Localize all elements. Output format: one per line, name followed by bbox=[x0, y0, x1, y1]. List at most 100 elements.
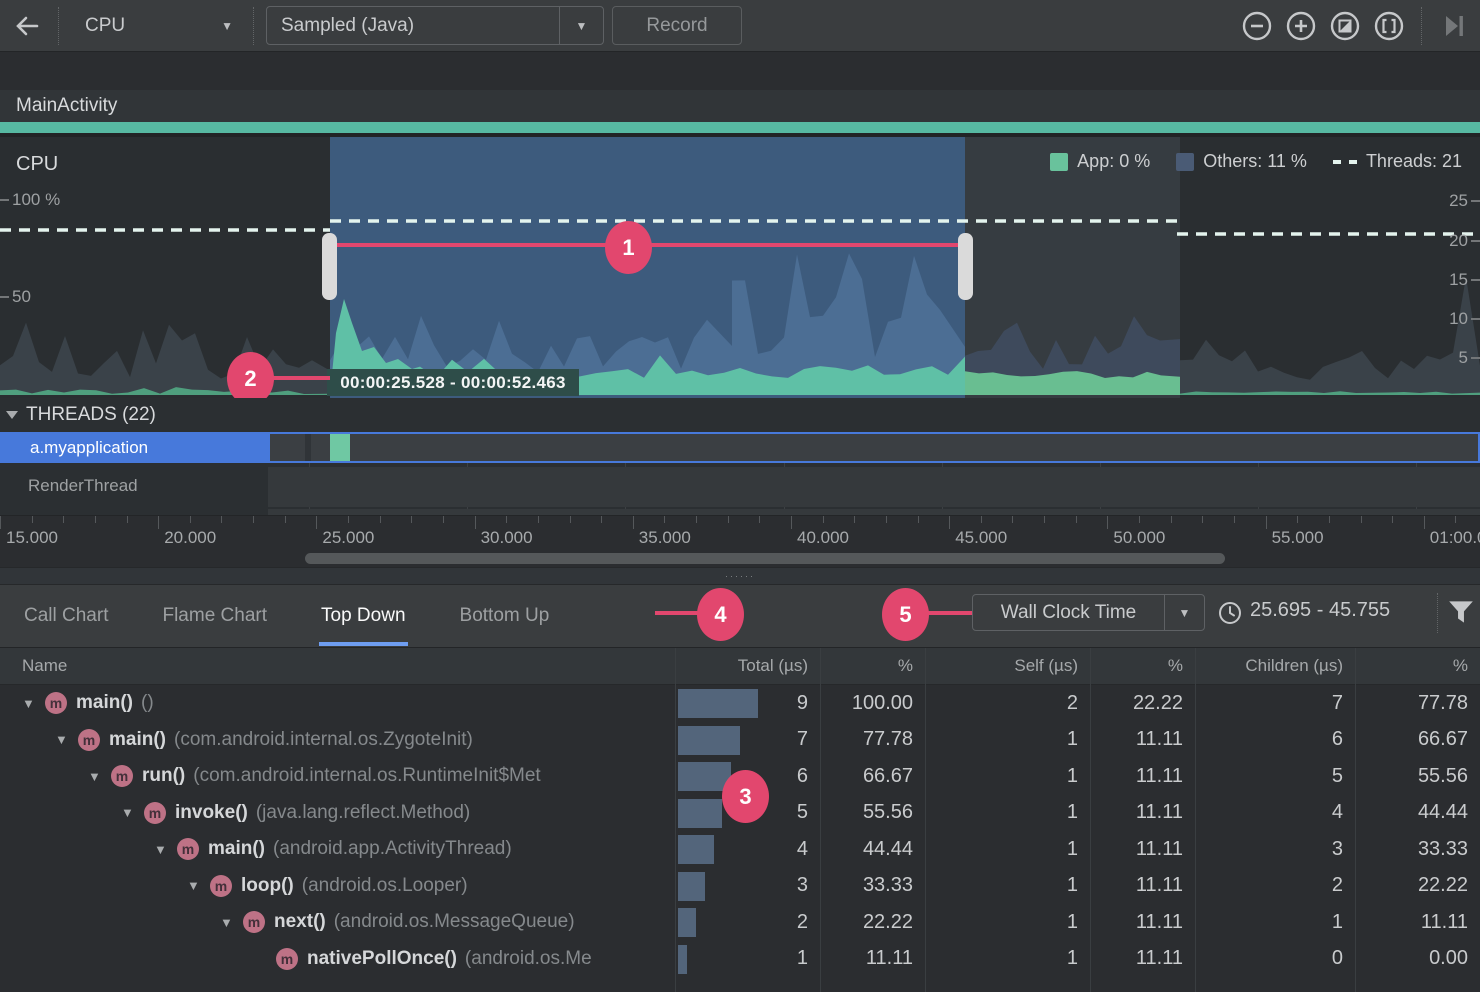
column-header[interactable]: Total (µs) bbox=[675, 656, 820, 676]
threads-header[interactable]: THREADS (22) bbox=[0, 398, 156, 432]
method-badge-icon: m bbox=[243, 911, 265, 933]
method-name: main() bbox=[109, 729, 166, 751]
time-axis-label: 35.000 bbox=[639, 528, 691, 548]
zoom-in-icon[interactable] bbox=[1285, 10, 1317, 42]
table-row[interactable]: m nativePollOnce() (android.os.Me 1 11.1… bbox=[0, 941, 1480, 978]
method-name: main() bbox=[76, 692, 133, 714]
session-item[interactable]: MainActivity bbox=[0, 90, 1480, 122]
y-axis-label: 20 bbox=[1449, 231, 1468, 251]
tab-top-down[interactable]: Top Down bbox=[319, 587, 408, 646]
clock-icon bbox=[1218, 601, 1242, 625]
table-row[interactable]: ▼ m main() (com.android.internal.os.Zygo… bbox=[0, 722, 1480, 759]
cpu-usage-chart[interactable]: CPU 100 %50 252015105 App: 0 %Others: 11… bbox=[0, 137, 1480, 398]
tab-bottom-up[interactable]: Bottom Up bbox=[458, 587, 552, 646]
self-pct: 11.11 bbox=[1090, 911, 1195, 934]
session-type-select[interactable]: CPU ▼ bbox=[63, 6, 249, 46]
total-pct: 44.44 bbox=[820, 838, 925, 861]
self-pct: 11.11 bbox=[1090, 838, 1195, 861]
children-value: 5 bbox=[1195, 765, 1355, 788]
toolbar-separator bbox=[1421, 7, 1422, 45]
back-button[interactable] bbox=[0, 11, 54, 41]
self-pct: 11.11 bbox=[1090, 947, 1195, 970]
callout-4-line bbox=[655, 611, 699, 615]
time-axis-label: 20.000 bbox=[164, 528, 216, 548]
table-header: NameTotal (µs)%Self (µs)%Children (µs)% bbox=[0, 648, 1480, 685]
children-value: 7 bbox=[1195, 692, 1355, 715]
column-header[interactable]: Name bbox=[0, 656, 675, 676]
tab-flame-chart[interactable]: Flame Chart bbox=[160, 587, 269, 646]
session-accent-bar bbox=[0, 122, 1480, 133]
profiler-toolbar: CPU ▼ Sampled (Java) ▼ Record bbox=[0, 0, 1480, 52]
total-pct: 100.00 bbox=[820, 692, 925, 715]
total-value: 1 bbox=[675, 947, 820, 970]
table-row[interactable]: ▼ m main() () 9 100.00 2 22.22 7 77.78 bbox=[0, 685, 1480, 722]
legend-label: App: 0 % bbox=[1077, 151, 1150, 172]
children-value: 1 bbox=[1195, 911, 1355, 934]
analysis-toolbar: Call ChartFlame ChartTop DownBottom Up 4… bbox=[0, 585, 1480, 648]
clock-mode-select[interactable]: Wall Clock Time ▼ bbox=[972, 594, 1205, 631]
column-header[interactable]: % bbox=[1355, 656, 1480, 676]
children-value: 2 bbox=[1195, 874, 1355, 897]
children-value: 4 bbox=[1195, 801, 1355, 824]
table-row[interactable]: ▼ m main() (android.app.ActivityThread) … bbox=[0, 831, 1480, 868]
column-header[interactable]: Self (µs) bbox=[925, 656, 1090, 676]
zoom-out-icon[interactable] bbox=[1241, 10, 1273, 42]
method-name: main() bbox=[208, 838, 265, 860]
time-axis-label: 45.000 bbox=[955, 528, 1007, 548]
selection-handle-left[interactable] bbox=[322, 233, 337, 300]
scrollbar-thumb[interactable] bbox=[305, 553, 1225, 564]
record-button[interactable]: Record bbox=[612, 6, 742, 45]
self-value: 2 bbox=[925, 692, 1090, 715]
expand-icon[interactable]: ▼ bbox=[88, 769, 102, 784]
time-axis-label: 40.000 bbox=[797, 528, 849, 548]
y-axis-label: 50 bbox=[12, 287, 31, 307]
filter-icon[interactable] bbox=[1448, 600, 1474, 624]
expand-icon[interactable]: ▼ bbox=[22, 696, 36, 711]
toolbar-separator bbox=[253, 7, 254, 45]
recording-config-select[interactable]: Sampled (Java) ▼ bbox=[266, 6, 604, 45]
collapse-triangle-icon bbox=[6, 410, 18, 420]
clock-mode-label: Wall Clock Time bbox=[973, 602, 1164, 624]
splitter-grip-icon: ······ bbox=[725, 573, 755, 579]
selection-handle-right[interactable] bbox=[958, 233, 973, 300]
expand-icon[interactable]: ▼ bbox=[187, 878, 201, 893]
method-package: (android.os.MessageQueue) bbox=[334, 911, 575, 933]
method-name: invoke() bbox=[175, 802, 248, 824]
column-header[interactable]: Children (µs) bbox=[1195, 656, 1355, 676]
method-name: loop() bbox=[241, 875, 294, 897]
total-pct: 33.33 bbox=[820, 874, 925, 897]
thread-row-selected[interactable]: a.myapplication bbox=[0, 432, 1480, 463]
legend-dash-icon bbox=[1333, 160, 1357, 164]
panel-splitter[interactable]: ······ bbox=[0, 567, 1480, 585]
attach-live-icon[interactable] bbox=[1438, 10, 1470, 42]
thread-row[interactable]: RenderThread bbox=[0, 467, 1480, 507]
recording-config-label: Sampled (Java) bbox=[267, 15, 559, 37]
expand-icon[interactable]: ▼ bbox=[220, 915, 234, 930]
children-value: 0 bbox=[1195, 947, 1355, 970]
expand-icon[interactable]: ▼ bbox=[55, 732, 69, 747]
column-header[interactable]: % bbox=[1090, 656, 1195, 676]
method-package: (android.app.ActivityThread) bbox=[273, 838, 512, 860]
time-axis-label: 50.000 bbox=[1113, 528, 1165, 548]
callout-2-line bbox=[272, 376, 330, 380]
legend-item: App: 0 % bbox=[1050, 151, 1150, 172]
caret-down-icon: ▼ bbox=[1179, 606, 1191, 620]
sessions-strip bbox=[0, 52, 1480, 90]
chart-title: CPU bbox=[16, 153, 58, 176]
expand-icon[interactable]: ▼ bbox=[121, 805, 135, 820]
table-row[interactable]: ▼ m next() (android.os.MessageQueue) 2 2… bbox=[0, 904, 1480, 941]
zoom-to-selection-icon[interactable] bbox=[1373, 10, 1405, 42]
horizontal-scrollbar[interactable] bbox=[0, 551, 1480, 567]
table-row[interactable]: ▼ m loop() (android.os.Looper) 3 33.33 1… bbox=[0, 868, 1480, 905]
method-name: run() bbox=[142, 765, 185, 787]
selected-range-text: 25.695 - 45.755 bbox=[1250, 599, 1390, 622]
expand-icon[interactable]: ▼ bbox=[154, 842, 168, 857]
callout-5: 5 bbox=[882, 588, 929, 641]
total-pct: 11.11 bbox=[820, 947, 925, 970]
total-pct: 55.56 bbox=[820, 801, 925, 824]
tab-call-chart[interactable]: Call Chart bbox=[22, 587, 110, 646]
selection-time-tooltip: 00:00:25.528 - 00:00:52.463 bbox=[327, 369, 579, 396]
column-header[interactable]: % bbox=[820, 656, 925, 676]
self-pct: 11.11 bbox=[1090, 728, 1195, 751]
reset-zoom-icon[interactable] bbox=[1329, 10, 1361, 42]
